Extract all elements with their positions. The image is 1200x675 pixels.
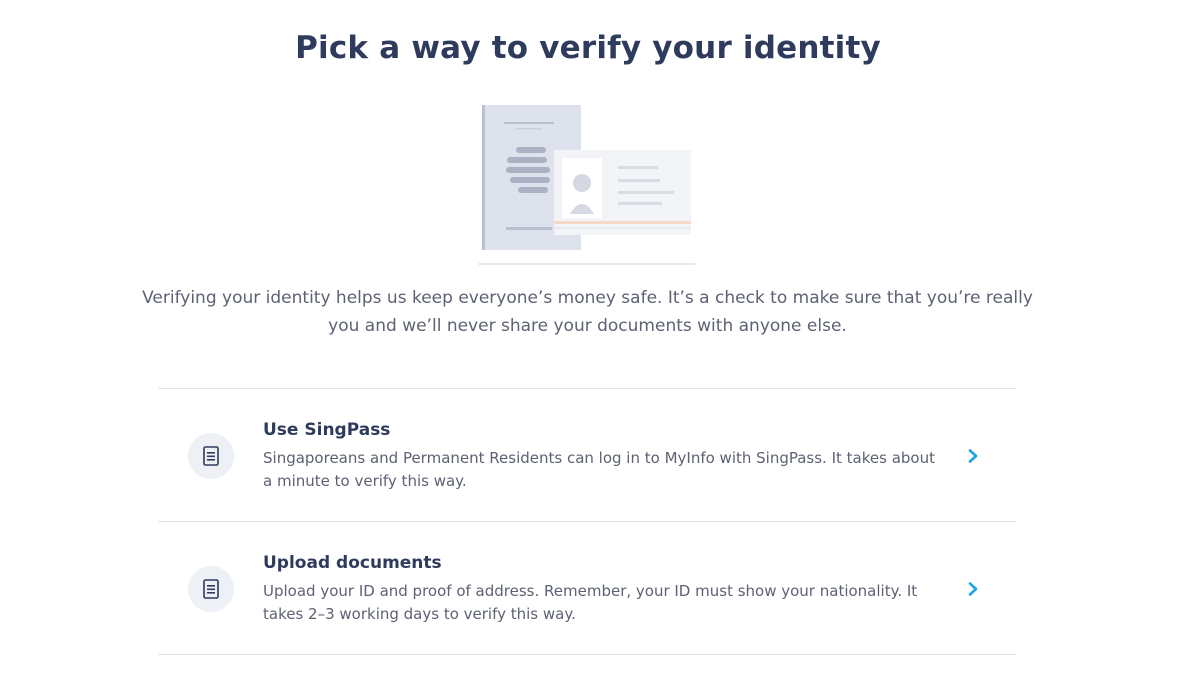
- option-title: Upload documents: [263, 553, 442, 573]
- page-title: Pick a way to verify your identity: [295, 30, 881, 66]
- chevron-right-icon[interactable]: [964, 580, 982, 598]
- document-icon: [188, 566, 234, 612]
- option-upload-documents[interactable]: Upload documents Upload your ID and proo…: [158, 522, 1016, 654]
- option-text: Use SingPass Singaporeans and Permanent …: [263, 419, 943, 493]
- option-text: Upload documents Upload your ID and proo…: [263, 552, 943, 626]
- option-singpass[interactable]: Use SingPass Singaporeans and Permanent …: [158, 389, 1016, 521]
- option-description: Upload your ID and proof of address. Rem…: [263, 582, 918, 623]
- document-icon: [188, 433, 234, 479]
- id-document-illustration: [476, 100, 701, 270]
- chevron-right-icon[interactable]: [964, 447, 982, 465]
- divider: [158, 654, 1016, 655]
- verification-options-list: Use SingPass Singaporeans and Permanent …: [158, 388, 1016, 655]
- intro-text: Verifying your identity helps us keep ev…: [142, 288, 1033, 336]
- option-description: Singaporeans and Permanent Residents can…: [263, 449, 935, 490]
- option-title: Use SingPass: [263, 420, 391, 440]
- verify-identity-page: Pick a way to verify your identity Verif…: [0, 0, 1200, 675]
